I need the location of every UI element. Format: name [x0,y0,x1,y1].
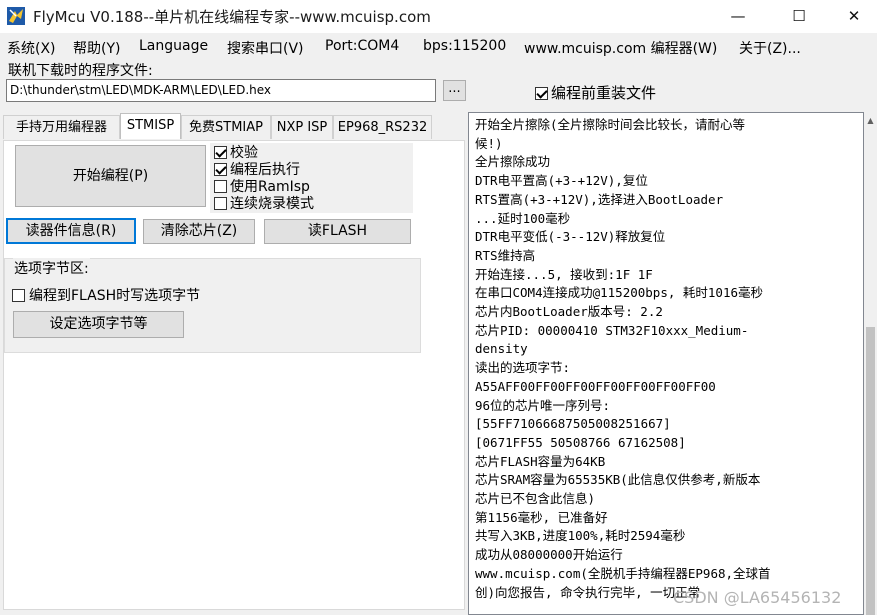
log-lines: 开始全片擦除(全片擦除时间会比较长，请耐心等 候!) 全片擦除成功 DTR电平置高(+… [475,116,857,602]
window-title: FlyMcu V0.188--单片机在线编程专家--www.mcuisp.com [33,8,431,26]
read-flash-button[interactable]: 读FLASH [264,219,411,244]
log-line: 芯片SRAM容量为65535KB(此信息仅供参考,新版本 [475,472,761,488]
log-line: DTR电平变低(-3--12V)释放复位 [475,229,666,245]
log-line: [55FF71066687505008251667] [475,416,671,432]
write-option-bytes-checkbox[interactable] [12,289,25,302]
program-file-path-input[interactable]: D:\thunder\stm\LED\MDK-ARM\LED\LED.hex [6,79,436,102]
tab-nxp-isp[interactable]: NXP ISP [271,115,333,139]
browse-file-button[interactable]: ... [443,80,466,101]
menu-system[interactable]: 系统(X) [7,38,56,58]
log-line: 芯片PID: 00000410 STM32F10xxx_Medium- [475,322,749,338]
option-bytes-title: 选项字节区: [13,258,90,278]
continuous-burn-label: 连续烧录模式 [230,196,314,212]
log-line: 成功从08000000开始运行 [475,547,623,563]
option-bytes-group: 选项字节区: 编程到FLASH时写选项字节 [4,258,421,353]
continuous-burn-checkbox[interactable] [214,197,227,210]
start-programming-button[interactable]: 开始编程(P) [15,145,206,207]
log-line: [0671FF55 50508766 67162508] [475,434,686,450]
log-line: 共写入3KB,进度100%,耗时2594毫秒 [475,528,686,544]
menu-programmer[interactable]: www.mcuisp.com 编程器(W) [524,38,717,58]
verify-label: 校验 [230,145,258,161]
tab-ep968-rs232[interactable]: EP968_RS232 [333,115,432,139]
menu-bps[interactable]: bps:115200 [423,38,506,54]
log-output[interactable]: 开始全片擦除(全片擦除时间会比较长，请耐心等 候!) 全片擦除成功 DTR电平置高(+… [468,112,864,615]
log-line: A55AFF00FF00FF00FF00FF00FF00FF00 [475,378,716,394]
run-after-program-checkbox[interactable] [214,163,227,176]
tab-handheld-programmer[interactable]: 手持万用编程器 [3,115,120,139]
menu-language[interactable]: Language [139,38,208,54]
scroll-up-arrow-icon[interactable]: ▲ [864,112,877,129]
log-line: RTS置高(+3-+12V),选择进入BootLoader [475,191,724,207]
log-line: 全片擦除成功 [475,154,551,170]
program-file-label: 联机下载时的程序文件: [8,63,153,79]
tab-free-stmiap[interactable]: 免费STMIAP [181,115,271,139]
option-continuous-burn[interactable]: 连续烧录模式 [214,196,314,212]
reload-file-label: 编程前重装文件 [551,84,657,102]
write-option-bytes-label: 编程到FLASH时写选项字节 [29,288,201,304]
app-icon [7,7,25,25]
log-line: 开始连接...5, 接收到:1F 1F [475,266,653,282]
log-line: 芯片已不包含此信息) [475,491,596,507]
log-line: RTS维持高 [475,247,536,263]
write-option-bytes-option[interactable]: 编程到FLASH时写选项字节 [12,285,200,305]
verify-checkbox[interactable] [214,146,227,159]
log-line: 第1156毫秒, 已准备好 [475,509,608,525]
close-button[interactable]: ✕ [831,0,877,33]
log-line: 读出的选项字节: [475,360,571,376]
reload-file-checkbox[interactable] [535,87,548,100]
menu-search-port[interactable]: 搜索串口(V) [227,38,304,58]
menu-bar: 系统(X) 帮助(Y) Language 搜索串口(V) Port:COM4 b… [0,35,877,57]
use-ramisp-checkbox[interactable] [214,180,227,193]
log-line: 候!) [475,135,503,151]
log-scrollbar[interactable]: ▲ [864,112,877,615]
log-line: 芯片内BootLoader版本号: 2.2 [475,304,663,320]
minimize-button[interactable]: — [715,0,761,33]
menu-about[interactable]: 关于(Z)... [739,38,801,58]
watermark: CSDN @LA65456132 [673,588,842,607]
use-ramisp-label: 使用RamIsp [230,179,310,195]
maximize-button[interactable]: ☐ [776,0,822,33]
log-line: 开始全片擦除(全片擦除时间会比较长，请耐心等 [475,117,746,132]
option-use-ramisp[interactable]: 使用RamIsp [214,179,310,195]
log-line: www.mcuisp.com(全脱机手持编程器EP968,全球首 [475,565,771,581]
log-line: 在串口COM4连接成功@115200bps, 耗时1016毫秒 [475,285,764,301]
set-option-bytes-button[interactable]: 设定选项字节等 [13,311,184,338]
log-line: density [475,341,528,357]
read-device-info-button[interactable]: 读器件信息(R) [6,218,136,244]
scroll-thumb[interactable] [866,327,875,615]
menu-help[interactable]: 帮助(Y) [73,38,120,58]
reload-file-option[interactable]: 编程前重装文件 [535,82,656,103]
log-line: DTR电平置高(+3-+12V),复位 [475,173,648,189]
log-line: ...延时100毫秒 [475,210,571,226]
option-run-after-program[interactable]: 编程后执行 [214,162,300,178]
menu-port[interactable]: Port:COM4 [325,38,399,54]
log-line: 芯片FLASH容量为64KB [475,453,606,469]
run-after-program-label: 编程后执行 [230,162,300,178]
title-bar: FlyMcu V0.188--单片机在线编程专家--www.mcuisp.com… [0,0,877,33]
option-verify[interactable]: 校验 [214,145,258,161]
log-line: 96位的芯片唯一序列号: [475,397,611,413]
erase-chip-button[interactable]: 清除芯片(Z) [143,219,255,244]
tab-stmisp[interactable]: STMISP [120,113,181,139]
